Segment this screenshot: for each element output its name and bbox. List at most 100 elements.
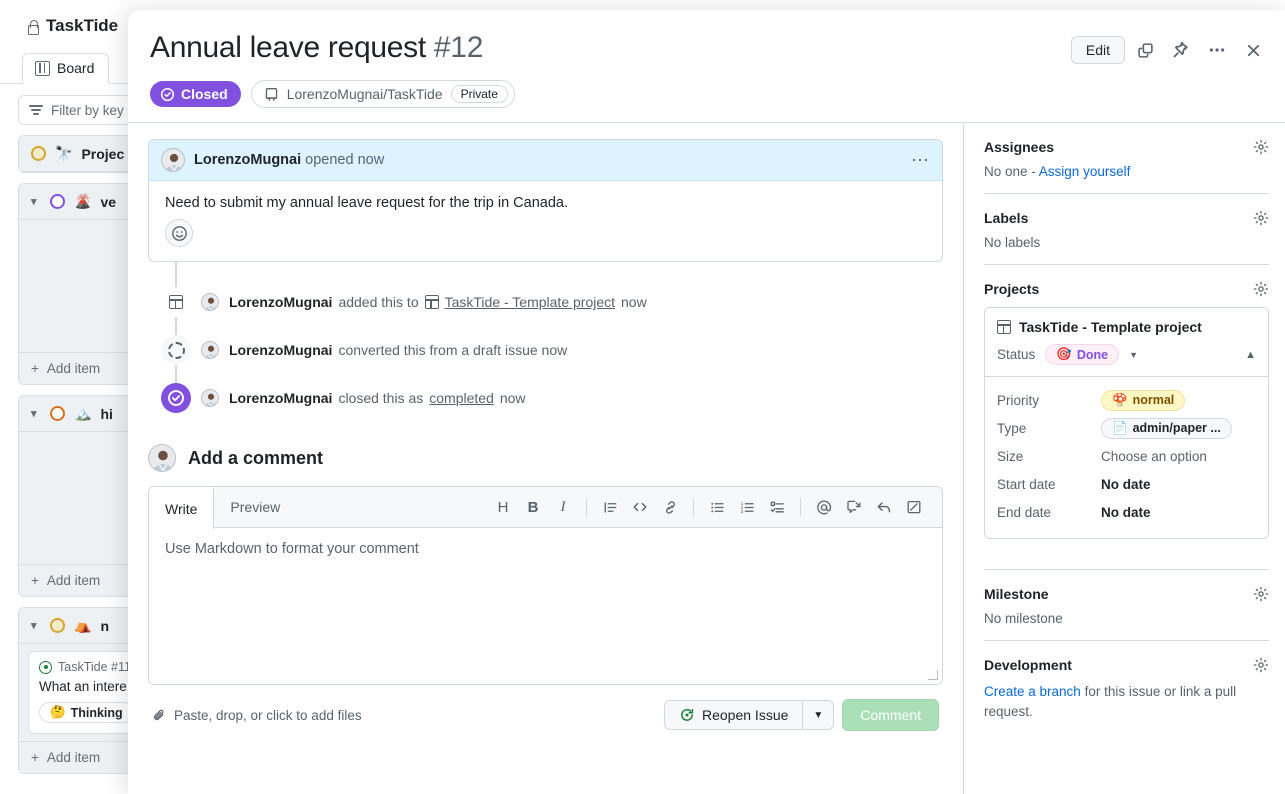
development-header: Development [984, 657, 1269, 673]
end-date-value[interactable]: No date [1101, 505, 1151, 520]
project-field-end-date: End date No date [997, 498, 1256, 526]
comment-body: Need to submit my annual leave request f… [149, 181, 942, 215]
reopen-options-caret[interactable]: ▼ [803, 700, 834, 730]
quote-icon[interactable] [596, 493, 624, 521]
comment-author-line: LorenzoMugnai opened now [194, 152, 384, 168]
toolbar-divider [693, 498, 694, 516]
sidebar-section-labels: Labels No labels [984, 208, 1269, 264]
board-filter-placeholder: Filter by key [51, 103, 124, 118]
development-title: Development [984, 657, 1072, 673]
event-author[interactable]: LorenzoMugnai [229, 294, 332, 310]
repo-icon [264, 87, 279, 102]
sidebar-divider [984, 569, 1269, 570]
comment-editor: Write Preview H B I [148, 486, 943, 685]
issue-comment: LorenzoMugnai opened now ⋯ Need to submi… [148, 139, 943, 262]
development-value: Create a branch for this issue or link a… [984, 682, 1269, 723]
projects-title: Projects [984, 281, 1039, 297]
reopen-issue-label: Reopen Issue [702, 707, 788, 723]
sidebar-section-milestone: Milestone No milestone [984, 584, 1269, 640]
status-emoji: 🎯 [1056, 347, 1072, 362]
gear-icon[interactable] [1253, 657, 1269, 673]
priority-pill[interactable]: 🍄 normal [1101, 390, 1185, 411]
field-key: End date [997, 505, 1101, 520]
chevron-down-icon[interactable]: ▾ [31, 619, 41, 632]
comment-button[interactable]: Comment [842, 699, 939, 731]
edit-button[interactable]: Edit [1071, 36, 1125, 64]
labels-header: Labels [984, 210, 1269, 226]
tab-write[interactable]: Write [149, 487, 214, 529]
repo-pill[interactable]: LorenzoMugnai/TaskTide Private [251, 80, 515, 108]
project-fields: Priority 🍄 normal Type 📄 admin/paper ... [985, 377, 1268, 538]
avatar [201, 341, 219, 359]
chevron-down-icon[interactable]: ▾ [31, 407, 41, 420]
close-icon[interactable] [1237, 34, 1269, 66]
lock-icon [26, 19, 39, 34]
create-branch-link[interactable]: Create a branch [984, 684, 1081, 699]
timeline-event: LorenzoMugnai added this to TaskTide - T… [148, 278, 943, 326]
collapse-icon[interactable]: ▲ [1245, 349, 1256, 361]
saved-reply-icon[interactable] [840, 493, 868, 521]
gear-icon[interactable] [1253, 139, 1269, 155]
italic-icon[interactable]: I [549, 493, 577, 521]
issue-timeline: LorenzoMugnai added this to TaskTide - T… [148, 278, 943, 422]
project-table-icon [425, 295, 439, 309]
chevron-down-icon[interactable]: ▾ [31, 195, 41, 208]
issue-sidebar: Assignees No one - Assign yourself Label… [963, 123, 1285, 794]
markdown-icon[interactable] [900, 493, 928, 521]
group-title: hi [100, 406, 112, 422]
gear-icon[interactable] [1253, 586, 1269, 602]
comment-action: opened now [305, 152, 384, 168]
sidebar-divider [984, 640, 1269, 641]
status-ring-icon [50, 618, 65, 633]
start-date-value[interactable]: No date [1101, 477, 1151, 492]
tab-preview[interactable]: Preview [214, 487, 297, 528]
task-list-icon[interactable] [763, 493, 791, 521]
kebab-icon[interactable] [1201, 34, 1233, 66]
closed-check-icon [161, 383, 191, 413]
assignees-value: No one - Assign yourself [984, 164, 1269, 179]
avatar [161, 148, 185, 172]
numbered-list-icon[interactable]: 1 2 3 [733, 493, 761, 521]
reopen-issue-button[interactable]: Reopen Issue [664, 700, 803, 730]
visibility-badge: Private [451, 85, 508, 103]
status-ring-icon [31, 146, 46, 161]
gear-icon[interactable] [1253, 210, 1269, 226]
event-link[interactable]: completed [429, 390, 494, 406]
assign-yourself-link[interactable]: Assign yourself [1039, 164, 1131, 179]
reply-icon[interactable] [870, 493, 898, 521]
tab-board[interactable]: Board [22, 53, 109, 84]
status-pill[interactable]: 🎯 Done [1045, 344, 1119, 365]
comment-kebab-icon[interactable]: ⋯ [911, 150, 930, 171]
add-comment-header: Add a comment [148, 444, 943, 472]
gear-icon[interactable] [1253, 281, 1269, 297]
board-icon [35, 61, 50, 76]
board-repo-name: TaskTide [46, 16, 118, 36]
project-name-row[interactable]: TaskTide - Template project [997, 319, 1256, 335]
code-icon[interactable] [626, 493, 654, 521]
link-icon[interactable] [656, 493, 684, 521]
attach-files-hint[interactable]: Paste, drop, or click to add files [152, 708, 362, 723]
editor-toolbar: H B I [489, 493, 942, 521]
heading-icon[interactable]: H [489, 493, 517, 521]
chevron-down-icon[interactable]: ▼ [1129, 350, 1138, 360]
assignees-title: Assignees [984, 139, 1054, 155]
issue-open-icon [39, 661, 52, 674]
comment-author[interactable]: LorenzoMugnai [194, 152, 301, 168]
avatar [201, 389, 219, 407]
add-item-label: Add item [47, 750, 100, 765]
copy-icon[interactable] [1129, 34, 1161, 66]
event-time: now [500, 390, 526, 406]
event-link[interactable]: TaskTide - Template project [445, 294, 615, 310]
project-field-size: Size Choose an option [997, 442, 1256, 470]
smiley-icon[interactable] [165, 219, 193, 247]
bold-icon[interactable]: B [519, 493, 547, 521]
size-value[interactable]: Choose an option [1101, 449, 1207, 464]
comment-input[interactable]: Use Markdown to format your comment [149, 528, 942, 684]
event-author[interactable]: LorenzoMugnai [229, 390, 332, 406]
event-author[interactable]: LorenzoMugnai [229, 342, 332, 358]
bulleted-list-icon[interactable] [703, 493, 731, 521]
mention-icon[interactable] [810, 493, 838, 521]
pin-icon[interactable] [1165, 34, 1197, 66]
closed-check-icon [160, 87, 175, 102]
type-pill[interactable]: 📄 admin/paper ... [1101, 418, 1232, 439]
